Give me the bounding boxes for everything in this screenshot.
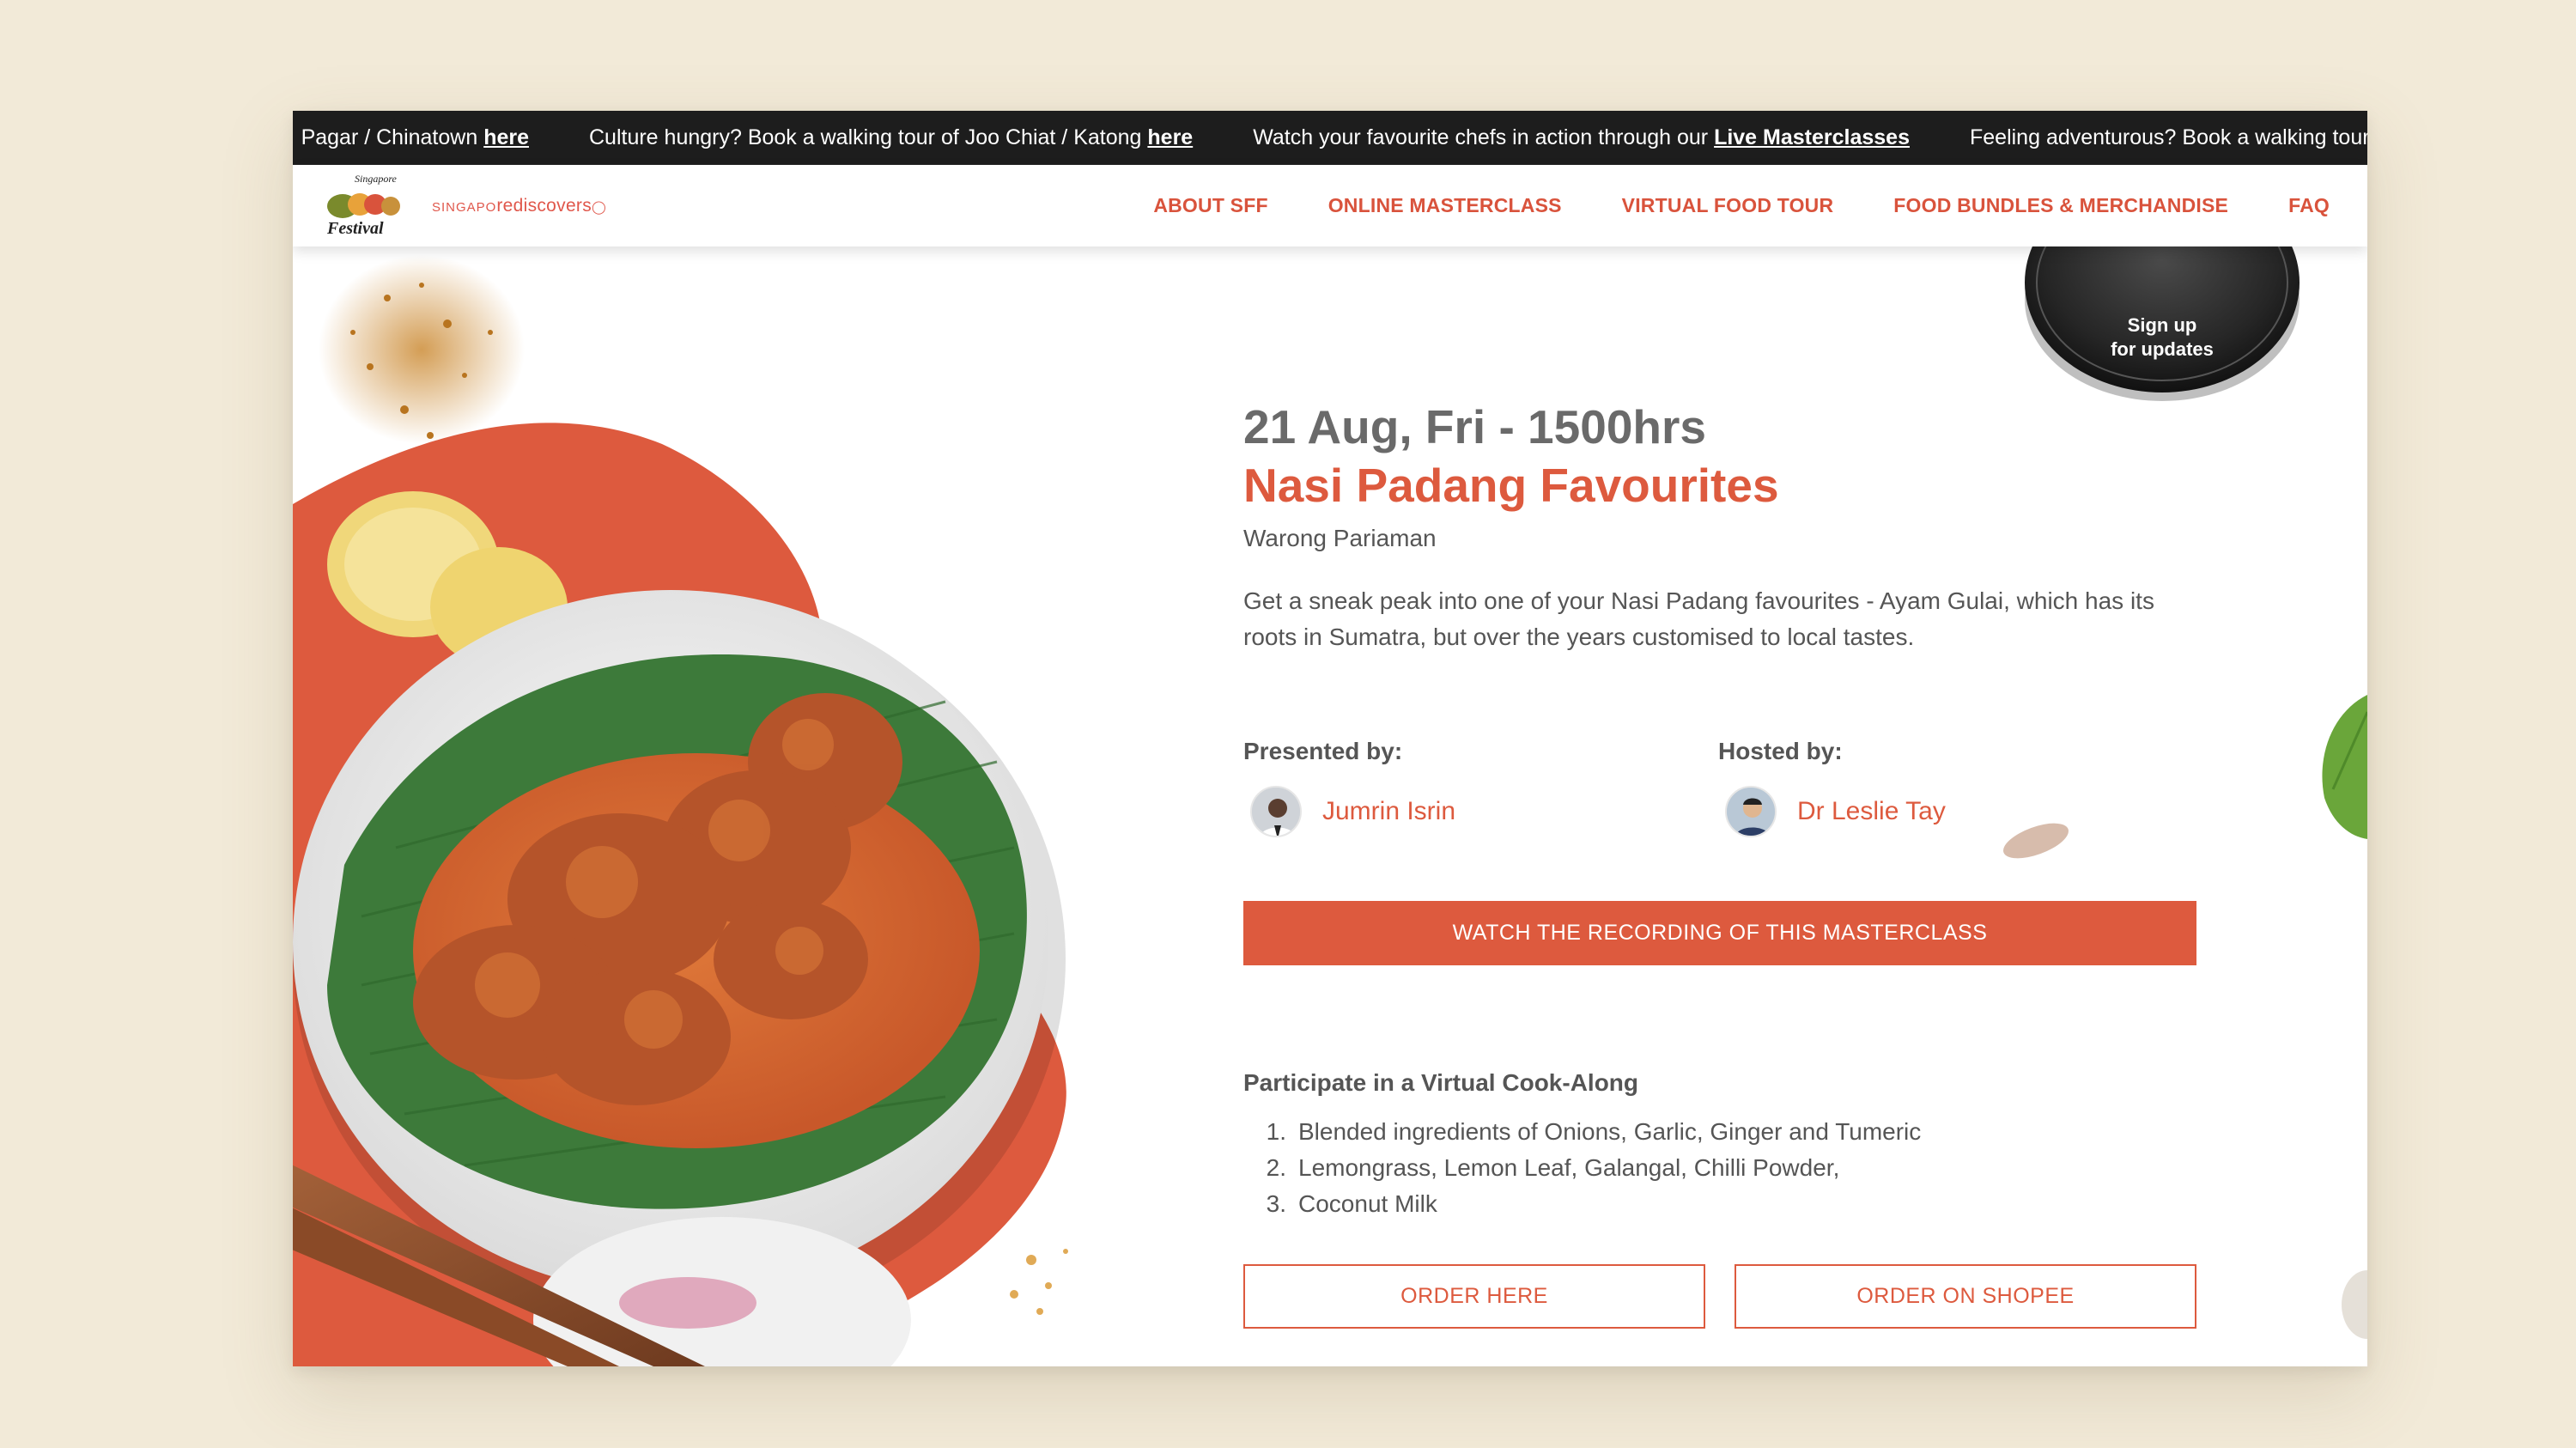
list-item: 2. Lemongrass, Lemon Leaf, Galangal, Chil… (1266, 1154, 1840, 1181)
ticker-track: Pagar / Chinatown here Culture hungry? B… (301, 111, 2367, 165)
nav-about-sff[interactable]: ABOUT SFF (1153, 194, 1267, 217)
presenter-name[interactable]: Jumrin Isrin (1322, 797, 1455, 826)
ticker-link[interactable]: Live Masterclasses (1714, 125, 1910, 149)
ticker-item: Watch your favourite chefs in action thr… (1253, 125, 1910, 149)
event-venue: Warong Pariaman (1243, 525, 1437, 551)
nav-virtual-food-tour[interactable]: VIRTUAL FOOD TOUR (1622, 194, 1834, 217)
logo-text-bottom: Festival (326, 219, 384, 238)
nav-food-bundles[interactable]: FOOD BUNDLES & MERCHANDISE (1893, 194, 2228, 217)
order-buttons: ORDER HERE ORDER ON SHOPEE (1243, 1264, 2196, 1329)
hosted-by-label: Hosted by: (1718, 738, 1843, 764)
list-item: 3. Coconut Milk (1266, 1190, 1437, 1217)
order-here-button[interactable]: ORDER HERE (1243, 1264, 1705, 1329)
browser-frame: Pagar / Chinatown here Culture hungry? B… (293, 111, 2367, 1366)
event-date: 21 Aug, Fri - 1500hrs (1243, 400, 1706, 453)
event-description: Get a sneak peak into one of your Nasi P… (1243, 587, 2154, 650)
event-title: Nasi Padang Favourites (1243, 459, 1779, 512)
signup-text: Sign up for updates (2111, 314, 2214, 360)
host-name[interactable]: Dr Leslie Tay (1797, 797, 1946, 826)
leaf-decoration (2322, 695, 2367, 839)
nasi-padang-dish-image (293, 255, 1068, 1366)
ticker-item: Feeling adventurous? Book a walking tour… (1970, 125, 2367, 149)
ticker-link[interactable]: here (483, 125, 529, 149)
nav-online-masterclass[interactable]: ONLINE MASTERCLASS (1328, 194, 1562, 217)
ticker-link[interactable]: here (1147, 125, 1193, 149)
ticker-item: Pagar / Chinatown here (301, 125, 529, 149)
presenter-row[interactable]: Jumrin Isrin (1250, 786, 1455, 837)
hosted-by: Hosted by: Dr Leslie Tay (1718, 738, 2165, 837)
list-item: 1. Blended ingredients of Onions, Garlic,… (1266, 1118, 1922, 1145)
singapore-rediscovers-logo[interactable]: SINGAPOrediscovers◯ (432, 196, 606, 216)
host-avatar (1725, 786, 1777, 837)
cook-along-heading: Participate in a Virtual Cook-Along (1243, 1069, 1639, 1096)
nav-faq[interactable]: FAQ (2288, 194, 2330, 217)
sff-logo[interactable]: Singapore Festival (308, 172, 418, 240)
order-on-shopee-button[interactable]: ORDER ON SHOPEE (1735, 1264, 2196, 1329)
main-navbar: Singapore Festival SINGAPOrediscovers◯ A… (293, 165, 2367, 246)
announcement-ticker: Pagar / Chinatown here Culture hungry? B… (293, 111, 2367, 165)
logo-text-top: Singapore (355, 173, 398, 185)
host-row[interactable]: Dr Leslie Tay (1725, 786, 1946, 837)
ticker-item: Culture hungry? Book a walking tour of J… (589, 125, 1194, 149)
presented-by-label: Presented by: (1243, 738, 1403, 764)
presenter-avatar (1250, 786, 1302, 837)
ingredients-list: 1. Blended ingredients of Onions, Garlic,… (1243, 1114, 1922, 1222)
spice-decoration (2003, 823, 2069, 859)
nav-links: ABOUT SFF ONLINE MASTERCLASS VIRTUAL FOO… (1153, 165, 2367, 246)
presented-by: Presented by: Jumrin Isrin (1243, 738, 1690, 837)
watch-recording-button[interactable]: WATCH THE RECORDING OF THIS MASTERCLASS (1243, 901, 2196, 965)
garlic-decoration (2342, 1270, 2367, 1339)
